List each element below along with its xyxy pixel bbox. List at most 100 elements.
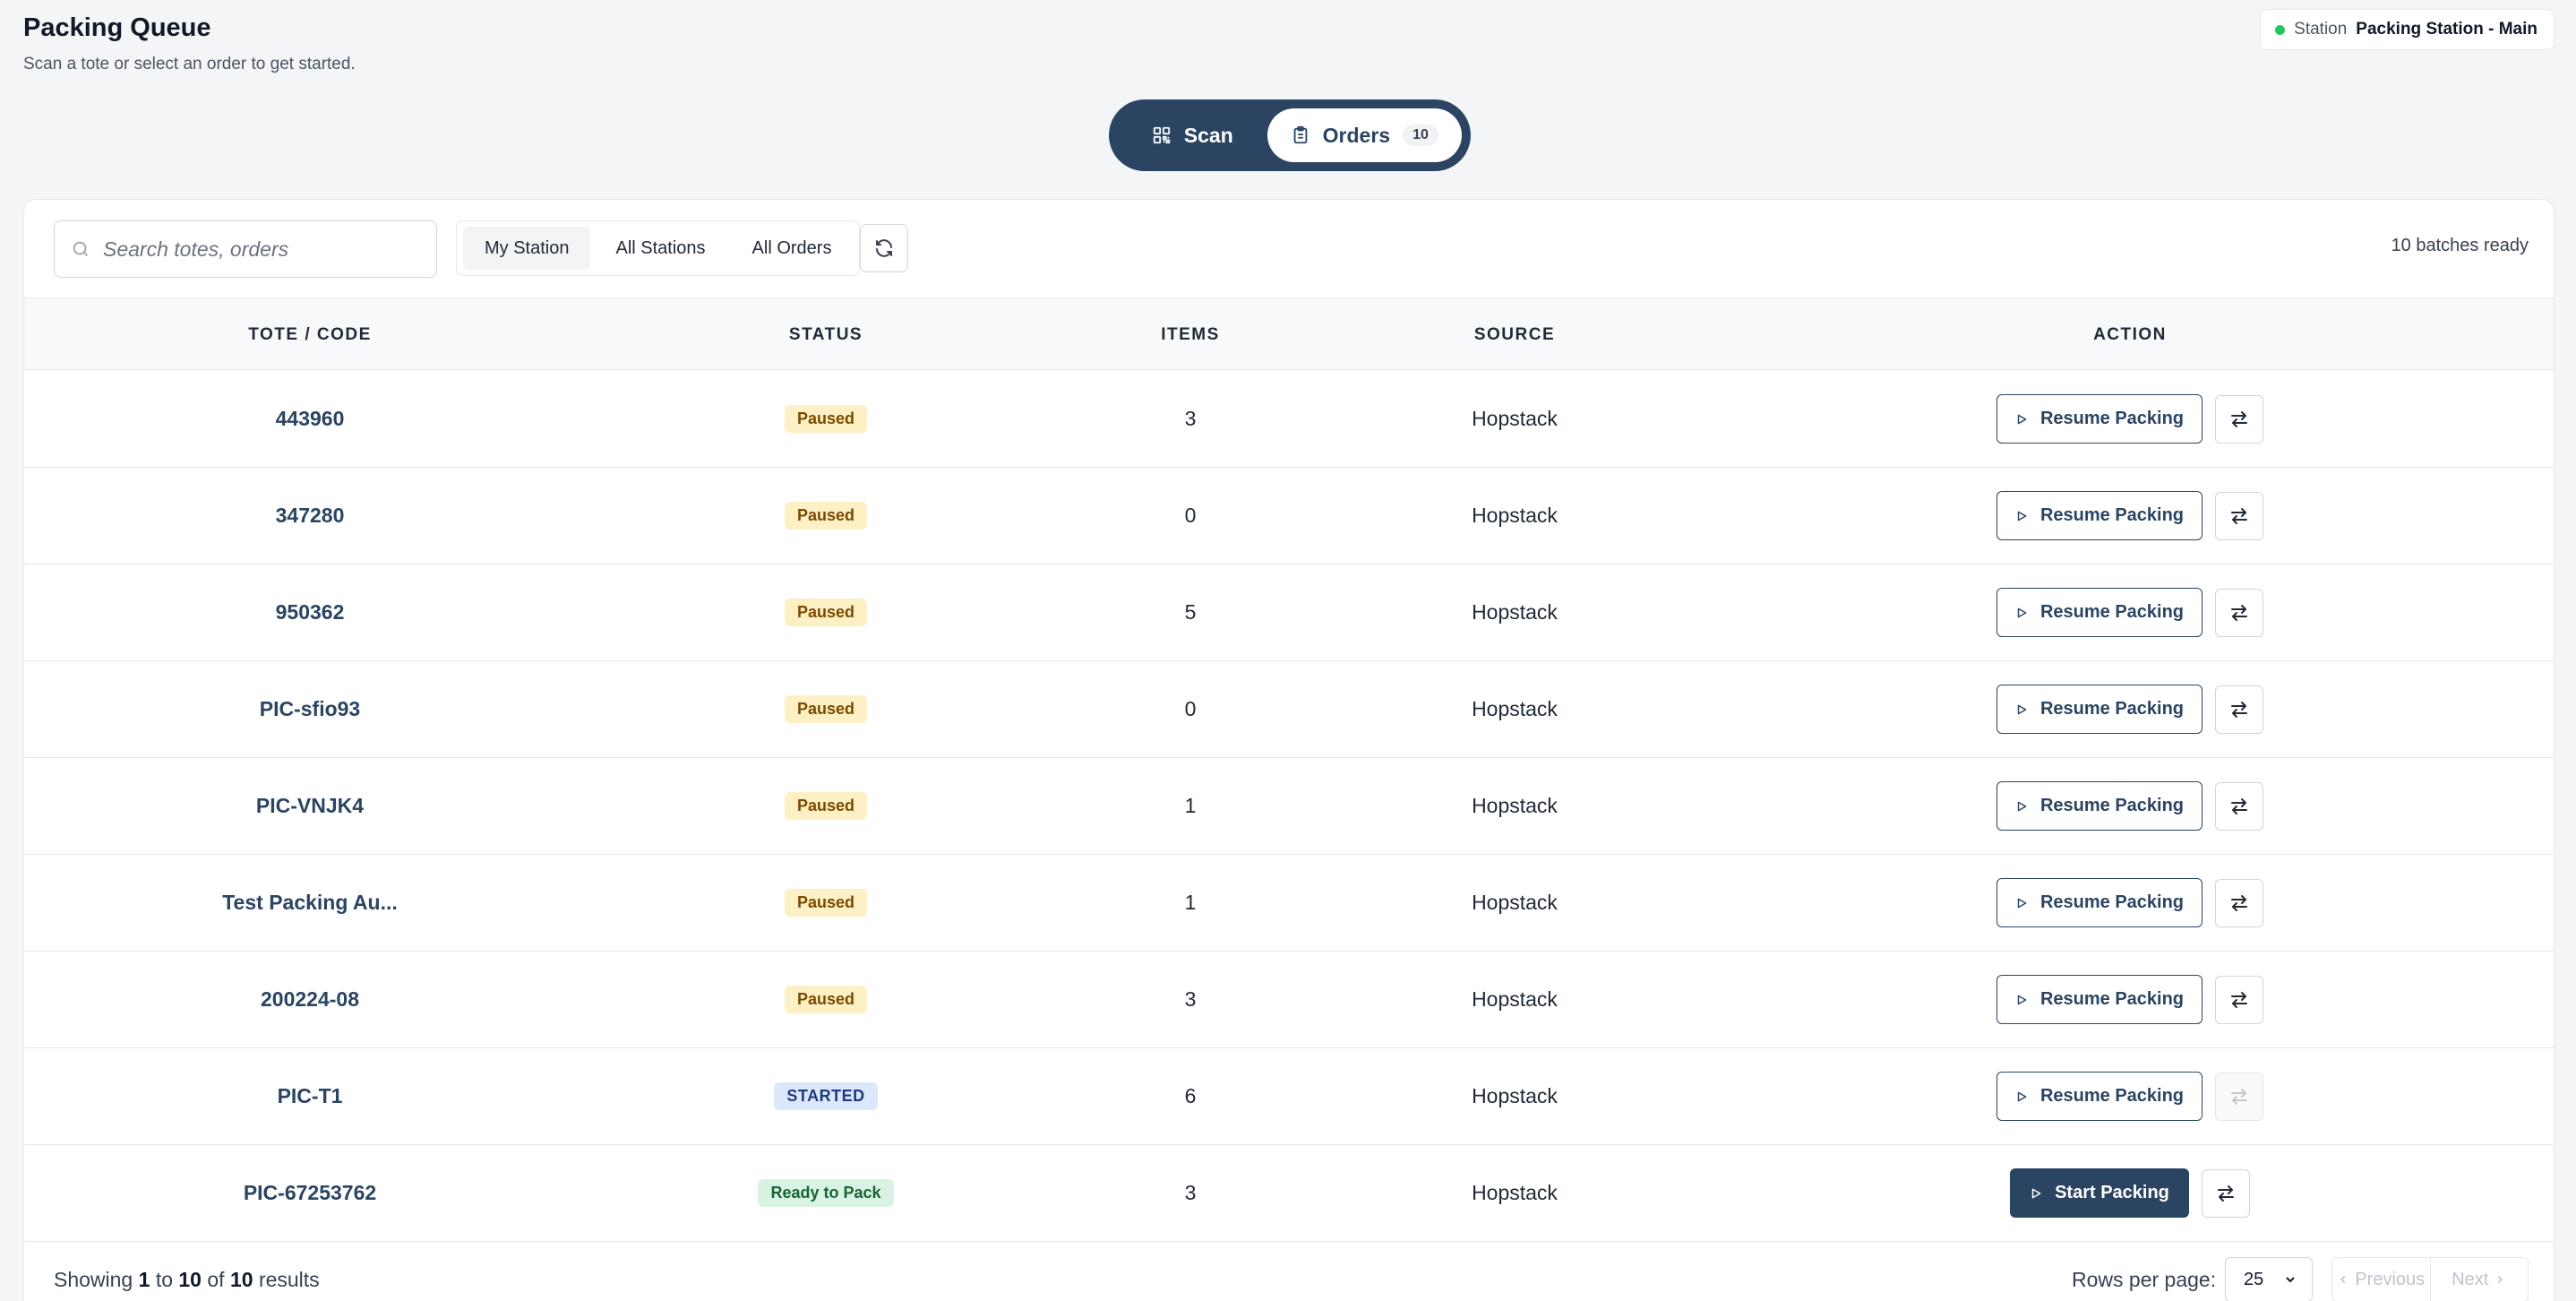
reassign-button[interactable] <box>2202 1168 2250 1218</box>
tote-code[interactable]: 200224-08 <box>261 987 359 1012</box>
tab-my-station[interactable]: My Station <box>463 227 591 270</box>
previous-page-button[interactable]: Previous <box>2332 1258 2430 1301</box>
cell-items: 0 <box>1056 468 1325 564</box>
search-box <box>54 220 437 278</box>
reassign-button[interactable] <box>2215 1072 2263 1121</box>
items-count: 0 <box>1184 697 1197 720</box>
status-badge: Ready to Pack <box>758 1179 894 1207</box>
source-name: Hopstack <box>1472 1084 1558 1107</box>
items-count: 1 <box>1184 794 1197 817</box>
status-badge: Paused <box>784 405 868 433</box>
table-row[interactable]: PIC-67253762 Ready to Pack 3 Hopstack Start … <box>24 1145 2554 1242</box>
reassign-button[interactable] <box>2215 781 2263 831</box>
source-name: Hopstack <box>1472 1181 1558 1204</box>
cell-code: 443960 <box>24 371 596 467</box>
page-title: Packing Queue <box>23 13 211 42</box>
swap-arrows-icon <box>2215 1183 2237 1204</box>
to-label: to <box>155 1268 173 1291</box>
resume-packing-button[interactable]: Resume Packing <box>1996 491 2202 540</box>
table-row[interactable]: PIC-sfio93 Paused 0 Hopstack Resume Packing <box>24 661 2554 758</box>
items-count: 3 <box>1184 1181 1197 1204</box>
tote-code[interactable]: 347280 <box>276 504 345 528</box>
next-page-label: Next <box>2451 1269 2489 1289</box>
table-row[interactable]: Test Packing Au... Paused 1 Hopstack Resume … <box>24 855 2554 952</box>
reassign-button[interactable] <box>2215 588 2263 637</box>
cell-source: Hopstack <box>1325 855 1704 951</box>
status-badge: Paused <box>784 502 868 530</box>
chevron-down-icon <box>2283 1272 2297 1287</box>
tote-code[interactable]: PIC-67253762 <box>244 1181 376 1205</box>
cell-code: PIC-T1 <box>24 1048 596 1144</box>
items-count: 1 <box>1184 891 1197 914</box>
rows-per-page-select[interactable]: 25 <box>2225 1257 2313 1301</box>
refresh-button[interactable] <box>860 224 908 272</box>
search-input[interactable] <box>103 237 408 262</box>
station-indicator[interactable]: Station Packing Station - Main <box>2260 9 2555 50</box>
scan-mode-button[interactable]: Scan <box>1118 108 1267 162</box>
reassign-button[interactable] <box>2215 878 2263 927</box>
resume-packing-button[interactable]: Resume Packing <box>1996 975 2202 1024</box>
tote-code[interactable]: PIC-sfio93 <box>260 697 360 721</box>
table-row[interactable]: 347280 Paused 0 Hopstack Resume Packing <box>24 468 2554 564</box>
cell-code: 950362 <box>24 564 596 660</box>
start-packing-button[interactable]: Start Packing <box>2010 1168 2189 1218</box>
resume-packing-button[interactable]: Resume Packing <box>1996 588 2202 637</box>
swap-arrows-icon <box>2228 602 2250 624</box>
action-label: Resume Packing <box>2039 409 2185 428</box>
clipboard-icon <box>1291 125 1310 145</box>
tote-code[interactable]: 950362 <box>276 600 345 625</box>
column-header-action: ACTION <box>2093 325 2167 344</box>
results-to: 10 <box>178 1268 202 1291</box>
cell-source: Hopstack <box>1325 661 1704 757</box>
table-row[interactable]: PIC-VNJK4 Paused 1 Hopstack Resume Packing <box>24 758 2554 855</box>
next-page-button[interactable]: Next <box>2429 1258 2529 1301</box>
table-row[interactable]: 443960 Paused 3 Hopstack Resume Packing <box>24 371 2554 468</box>
swap-arrows-icon <box>2228 1086 2250 1107</box>
tab-all-stations[interactable]: All Stations <box>594 227 726 270</box>
resume-packing-button[interactable]: Resume Packing <box>1996 781 2202 831</box>
previous-page-label: Previous <box>2355 1269 2426 1289</box>
source-name: Hopstack <box>1472 891 1558 914</box>
qr-code-icon <box>1152 125 1172 145</box>
tab-all-orders[interactable]: All Orders <box>731 227 854 270</box>
resume-packing-button[interactable]: Resume Packing <box>1996 878 2202 927</box>
cell-status: Paused <box>596 758 1056 854</box>
resume-packing-button[interactable]: Resume Packing <box>1996 394 2202 444</box>
action-label: Resume Packing <box>2039 699 2185 719</box>
resume-packing-button[interactable]: Resume Packing <box>1996 685 2202 734</box>
search-icon <box>71 239 90 259</box>
tote-code[interactable]: PIC-T1 <box>278 1084 343 1108</box>
swap-arrows-icon <box>2228 699 2250 720</box>
showing-label: Showing <box>54 1268 133 1291</box>
orders-count-badge: 10 <box>1403 125 1438 146</box>
reassign-button[interactable] <box>2215 685 2263 734</box>
cell-items: 3 <box>1056 371 1325 467</box>
table-row[interactable]: 200224-08 Paused 3 Hopstack Resume Packing <box>24 952 2554 1048</box>
cell-status: Paused <box>596 952 1056 1047</box>
reassign-button[interactable] <box>2215 975 2263 1024</box>
tote-code[interactable]: 443960 <box>276 407 345 431</box>
table-row[interactable]: 950362 Paused 5 Hopstack Resume Packing <box>24 564 2554 661</box>
items-count: 6 <box>1184 1084 1197 1107</box>
cell-code: Test Packing Au... <box>24 855 596 951</box>
source-name: Hopstack <box>1472 407 1558 430</box>
cell-status: Paused <box>596 468 1056 564</box>
cell-status: Paused <box>596 855 1056 951</box>
cell-action: Resume Packing <box>1704 564 2554 660</box>
resume-packing-button[interactable]: Resume Packing <box>1996 1072 2202 1121</box>
page-subtitle: Scan a tote or select an order to get st… <box>23 54 356 73</box>
status-badge: Paused <box>784 792 868 820</box>
reassign-button[interactable] <box>2215 491 2263 540</box>
cell-code: PIC-67253762 <box>24 1145 596 1241</box>
cell-code: 200224-08 <box>24 952 596 1047</box>
tote-code[interactable]: Test Packing Au... <box>222 891 398 915</box>
table-row[interactable]: PIC-T1 STARTED 6 Hopstack Resume Packing <box>24 1048 2554 1145</box>
rows-per-page-value: 25 <box>2244 1269 2264 1289</box>
source-name: Hopstack <box>1472 504 1558 527</box>
cell-status: STARTED <box>596 1048 1056 1144</box>
tote-code[interactable]: PIC-VNJK4 <box>256 794 364 818</box>
orders-mode-button[interactable]: Orders 10 <box>1267 108 1462 162</box>
action-label: Resume Packing <box>2039 1086 2185 1106</box>
reassign-button[interactable] <box>2215 394 2263 444</box>
cell-source: Hopstack <box>1325 371 1704 467</box>
